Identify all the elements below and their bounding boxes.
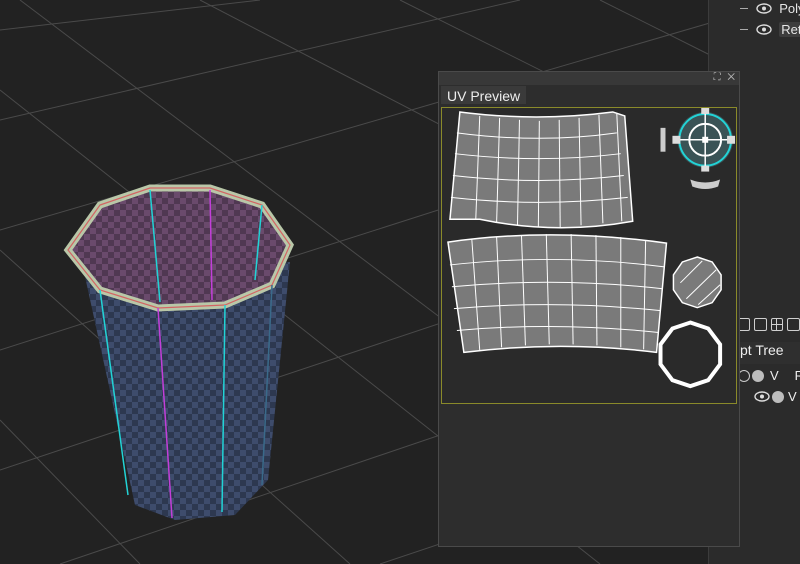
tab-tree-label: pt Tree: [740, 342, 784, 358]
tab-uv-preview-label: UV Preview: [447, 88, 521, 104]
expand-icon[interactable]: [787, 317, 800, 331]
tree-row-label: V: [770, 368, 779, 383]
tab-uv-preview[interactable]: UV Preview: [441, 86, 527, 104]
tree-row[interactable]: V: [754, 389, 797, 404]
uv-shell-cap: [672, 256, 722, 309]
grid-icon[interactable]: [770, 317, 784, 331]
layer-label: Reto: [779, 22, 800, 38]
uv-preview-window[interactable]: ⛶ ✕ UV Preview: [438, 71, 740, 547]
status-dot-icon: [752, 369, 764, 382]
layer-label: Poly: [779, 1, 800, 17]
eye-icon[interactable]: [755, 24, 772, 35]
tree-row-suffix: Ro: [794, 368, 800, 383]
tree-connector: [740, 29, 748, 31]
layer-row-poly[interactable]: Poly: [740, 0, 800, 20]
status-dot-icon: [772, 390, 784, 403]
copy-icon[interactable]: [753, 317, 767, 331]
layer-row-reto[interactable]: Reto: [740, 21, 800, 41]
window-controls[interactable]: ⛶ ✕: [714, 72, 737, 83]
tree-row-label: V: [788, 389, 797, 404]
tree-row[interactable]: V Ro: [738, 368, 800, 383]
eye-icon[interactable]: [755, 3, 772, 14]
panel-toolbar: [737, 314, 800, 334]
tree-connector: [740, 8, 748, 10]
eye-icon[interactable]: [754, 391, 770, 402]
uv-shell-outer: [449, 111, 634, 229]
uv-shell-inner: [447, 234, 668, 354]
uv-canvas[interactable]: [441, 107, 737, 404]
uv-titlebar[interactable]: ⛶ ✕: [439, 72, 739, 85]
transform-gizmo[interactable]: [660, 108, 736, 189]
tab-tree[interactable]: pt Tree: [740, 342, 800, 364]
uv-shell-rim: [658, 320, 723, 389]
